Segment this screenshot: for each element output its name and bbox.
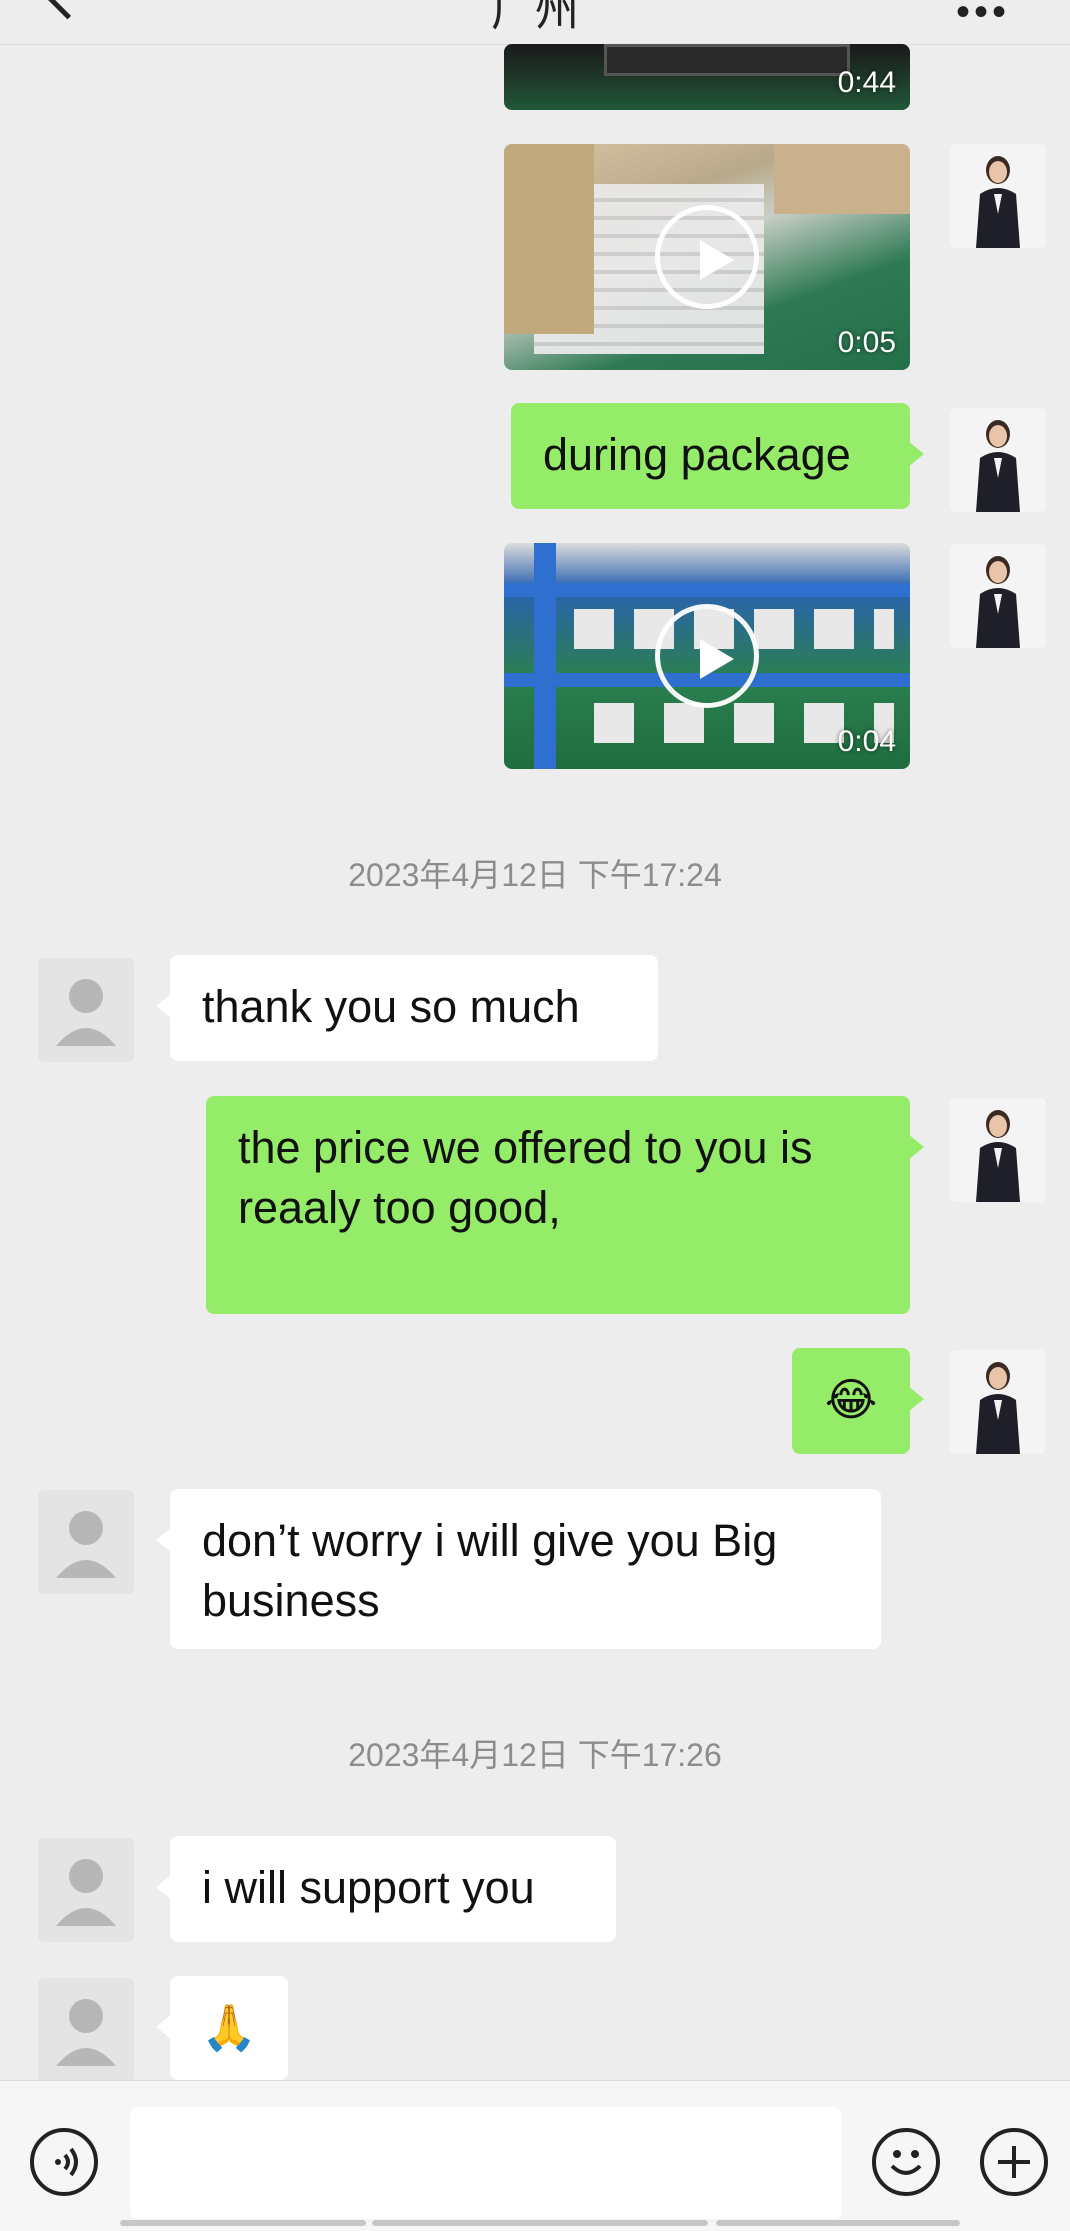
message-text: thank you so much bbox=[202, 981, 580, 1032]
chat-header: 广州 ••• bbox=[0, 0, 1070, 45]
message-text: during package bbox=[543, 429, 851, 480]
user-avatar-image bbox=[950, 1350, 1046, 1454]
video-thumbnail-boxes bbox=[504, 144, 594, 334]
voice-glyph bbox=[55, 2147, 78, 2177]
avatar[interactable] bbox=[950, 408, 1046, 512]
user-avatar-image bbox=[950, 544, 1046, 648]
message-input[interactable] bbox=[130, 2107, 842, 2219]
avatar[interactable] bbox=[38, 1490, 134, 1594]
play-icon[interactable] bbox=[655, 205, 759, 309]
video-duration: 0:05 bbox=[837, 326, 896, 359]
emoji-bubble[interactable]: 🙏 bbox=[156, 1976, 288, 2080]
timestamp: 2023年4月12日 下午17:26 bbox=[348, 1737, 722, 1773]
home-indicator bbox=[120, 2220, 366, 2226]
avatar[interactable] bbox=[38, 1838, 134, 1942]
avatar[interactable] bbox=[950, 544, 1046, 648]
message-bubble[interactable]: thank you so much bbox=[156, 955, 658, 1061]
default-avatar-icon bbox=[38, 958, 134, 1062]
video-duration: 0:44 bbox=[837, 66, 896, 99]
message-bubble[interactable]: the price we offered to you is reaaly to… bbox=[206, 1096, 924, 1314]
emoji-bubble[interactable]: 😂 bbox=[792, 1348, 924, 1454]
praying-hands-emoji-icon: 🙏 bbox=[200, 2002, 258, 2053]
play-icon[interactable] bbox=[655, 604, 759, 708]
chat-title: 广州 bbox=[491, 0, 579, 35]
input-bar bbox=[0, 2080, 1070, 2231]
home-indicator bbox=[716, 2220, 960, 2226]
home-indicator bbox=[372, 2220, 708, 2226]
voice-icon[interactable] bbox=[30, 2128, 98, 2196]
avatar[interactable] bbox=[38, 958, 134, 1062]
emoji-icon[interactable] bbox=[872, 2128, 940, 2196]
plus-glyph bbox=[998, 2146, 1030, 2178]
avatar[interactable] bbox=[38, 1978, 134, 2082]
video-thumbnail-rack bbox=[504, 583, 910, 597]
video-thumbnail bbox=[604, 44, 850, 76]
message-bubble[interactable]: during package bbox=[511, 403, 924, 509]
laughing-crying-emoji-icon: 😂 bbox=[824, 1374, 878, 1425]
video-thumbnail-rack bbox=[534, 543, 556, 769]
avatar[interactable] bbox=[950, 144, 1046, 248]
plus-icon[interactable] bbox=[980, 2128, 1048, 2196]
avatar[interactable] bbox=[950, 1350, 1046, 1454]
timestamp: 2023年4月12日 下午17:24 bbox=[348, 857, 722, 893]
video-message[interactable]: 0:05 bbox=[504, 144, 910, 370]
smiley-glyph bbox=[890, 2150, 922, 2175]
more-dots-icon[interactable]: ••• bbox=[956, 0, 1010, 35]
user-avatar-image bbox=[950, 408, 1046, 512]
message-text: i will support you bbox=[202, 1862, 535, 1913]
message-bubble[interactable]: i will support you bbox=[156, 1836, 616, 1942]
message-bubble[interactable]: don’t worry i will give you Big business bbox=[156, 1489, 881, 1649]
avatar[interactable] bbox=[950, 1098, 1046, 1202]
default-avatar-icon bbox=[38, 1838, 134, 1942]
user-avatar-image bbox=[950, 144, 1046, 248]
default-avatar-icon bbox=[38, 1978, 134, 2082]
message-text: the price we offered to you is reaaly to… bbox=[238, 1122, 813, 1233]
video-duration: 0:04 bbox=[837, 725, 896, 758]
default-avatar-icon bbox=[38, 1490, 134, 1594]
video-thumbnail-boxes bbox=[774, 144, 910, 214]
video-message[interactable]: 0:04 bbox=[504, 543, 910, 769]
video-message[interactable]: 0:44 bbox=[504, 44, 910, 110]
message-text: don’t worry i will give you Big business bbox=[202, 1515, 778, 1626]
user-avatar-image bbox=[950, 1098, 1046, 1202]
